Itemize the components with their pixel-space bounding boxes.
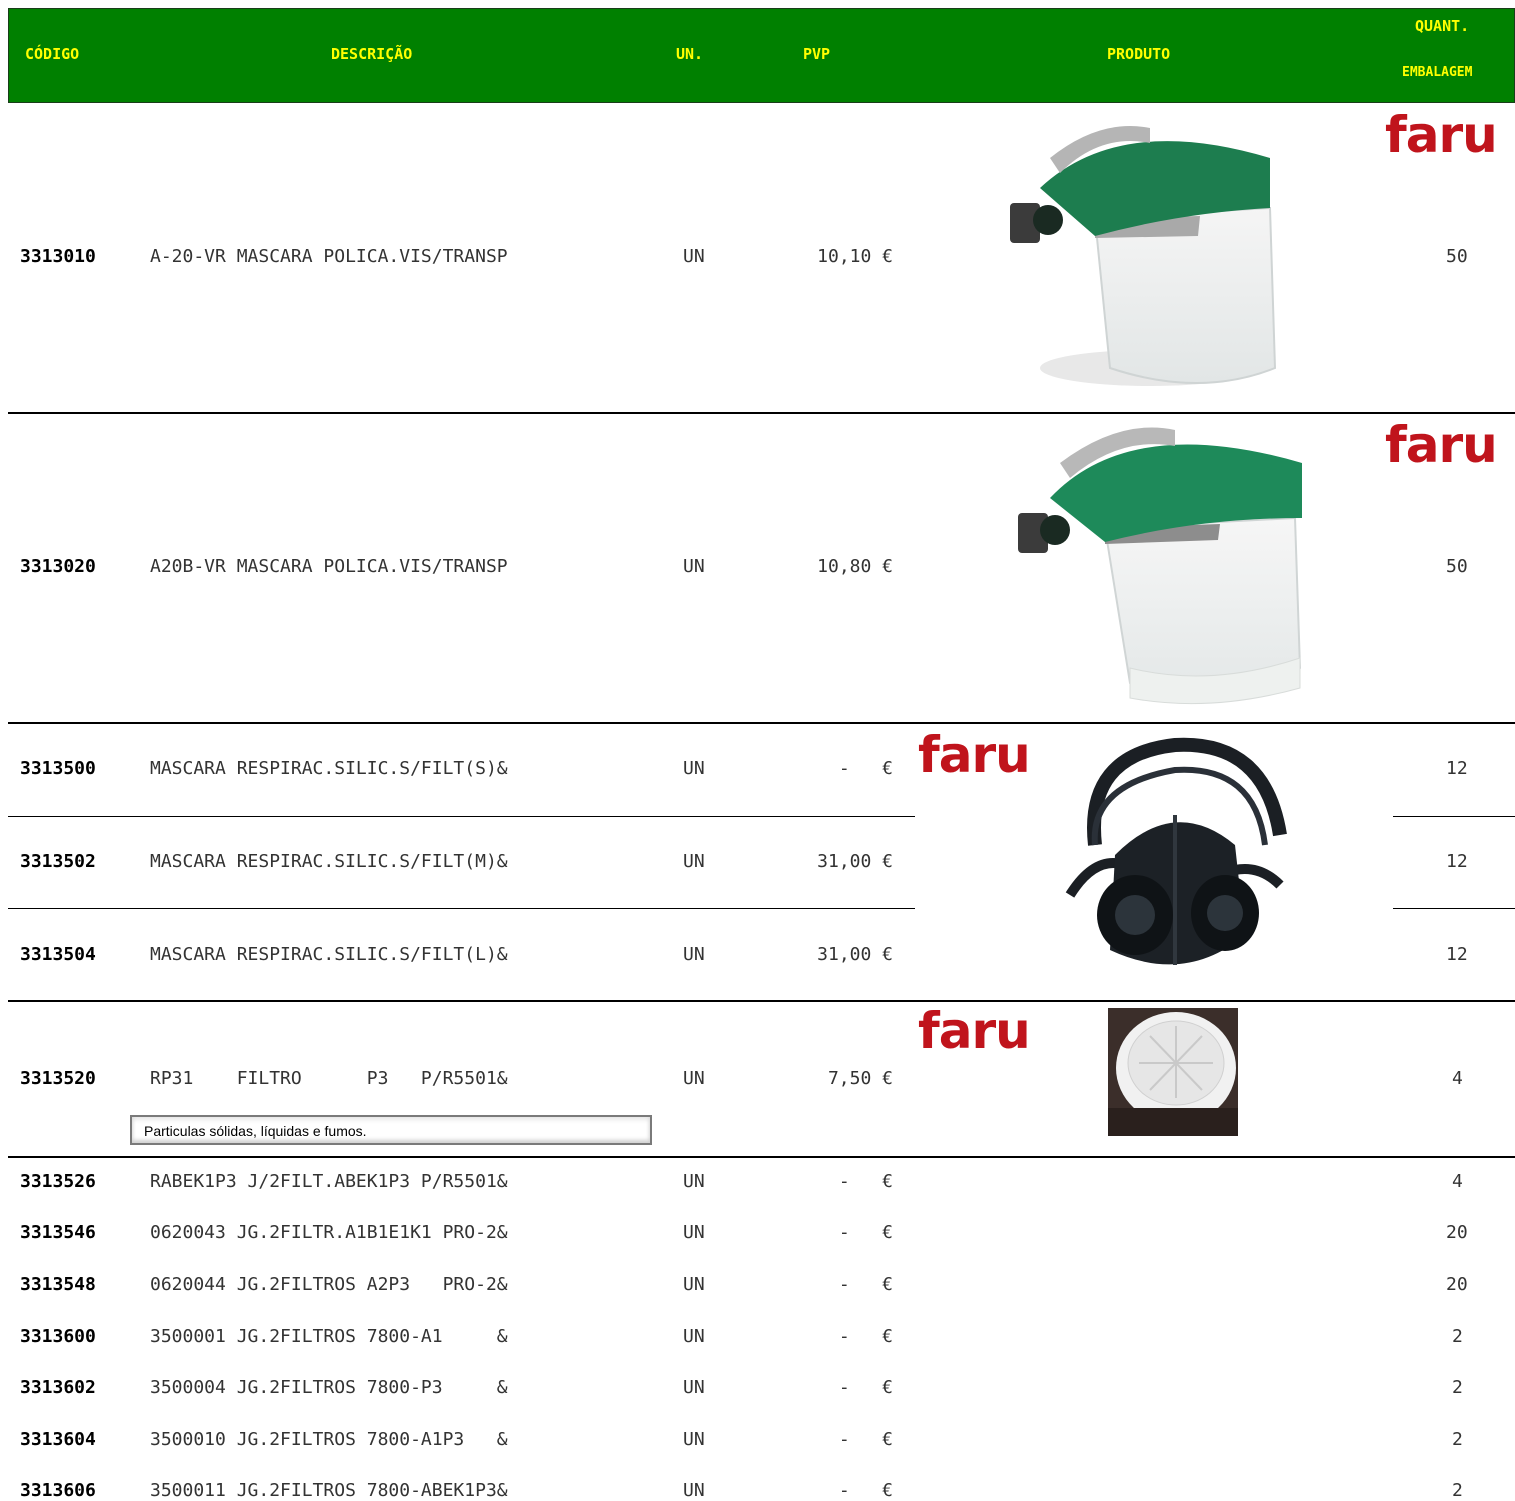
- row-description: A20B-VR MASCARA POLICA.VIS/TRANSP: [150, 556, 508, 577]
- row-quantity: 2: [1452, 1480, 1463, 1501]
- row-price: 10,80 €: [817, 556, 893, 577]
- header-quant: QUANT.: [1415, 17, 1470, 35]
- row-divider: [8, 908, 915, 909]
- row-code: 3313604: [20, 1429, 96, 1450]
- row-unit: UN: [683, 1377, 705, 1398]
- row-price: 10,10 €: [817, 246, 893, 267]
- row-divider: [8, 1156, 1515, 1158]
- header-pvp: PVP: [803, 45, 831, 63]
- row-quantity: 12: [1446, 758, 1468, 779]
- row-quantity: 50: [1446, 556, 1468, 577]
- header-un: UN.: [676, 45, 704, 63]
- row-price: - €: [838, 758, 893, 779]
- row-description: MASCARA RESPIRAC.SILIC.S/FILT(L)&: [150, 944, 508, 965]
- header-embalagem: EMBALAGEM: [1402, 65, 1473, 80]
- row-divider: [8, 722, 1515, 724]
- row-unit: UN: [683, 1480, 705, 1501]
- row-unit: UN: [683, 944, 705, 965]
- row-description: MASCARA RESPIRAC.SILIC.S/FILT(S)&: [150, 758, 508, 779]
- row-code: 3313606: [20, 1480, 96, 1501]
- header-produto: PRODUTO: [1107, 45, 1171, 63]
- row-divider: [8, 412, 1515, 414]
- row-code: 3313600: [20, 1326, 96, 1347]
- row-quantity: 4: [1452, 1068, 1463, 1089]
- row-unit: UN: [683, 758, 705, 779]
- row-divider: [1393, 816, 1515, 817]
- row-description: 3500001 JG.2FILTROS 7800-A1 &: [150, 1326, 508, 1347]
- row-unit: UN: [683, 1274, 705, 1295]
- face-shield-image: [1018, 427, 1302, 705]
- row-quantity: 4: [1452, 1171, 1463, 1192]
- row-code: 3313526: [20, 1171, 96, 1192]
- header-codigo: CÓDIGO: [25, 45, 80, 63]
- product-note: Particulas sólidas, líquidas e fumos.: [130, 1115, 652, 1145]
- row-unit: UN: [683, 1222, 705, 1243]
- row-quantity: 12: [1446, 944, 1468, 965]
- row-unit: UN: [683, 1326, 705, 1347]
- faru-logo: faru: [918, 1002, 1031, 1060]
- row-code: 3313546: [20, 1222, 96, 1243]
- faru-logo: faru: [1385, 106, 1498, 164]
- filter-cartridge-image: [1108, 1008, 1238, 1136]
- row-quantity: 20: [1446, 1274, 1468, 1295]
- header-descricao: DESCRIÇÃO: [331, 45, 413, 63]
- row-price: - €: [838, 1171, 893, 1192]
- row-description: 3500011 JG.2FILTROS 7800-ABEK1P3&: [150, 1480, 508, 1501]
- faru-logo: faru: [1385, 416, 1498, 474]
- row-quantity: 2: [1452, 1429, 1463, 1450]
- row-description: 3500010 JG.2FILTROS 7800-A1P3 &: [150, 1429, 508, 1450]
- row-price: 7,50 €: [827, 1068, 893, 1089]
- row-price: - €: [838, 1326, 893, 1347]
- row-unit: UN: [683, 246, 705, 267]
- row-quantity: 12: [1446, 851, 1468, 872]
- row-code: 3313500: [20, 758, 96, 779]
- row-code: 3313602: [20, 1377, 96, 1398]
- row-unit: UN: [683, 556, 705, 577]
- row-price: - €: [838, 1480, 893, 1501]
- face-shield-image: [1010, 126, 1277, 386]
- row-description: RP31 FILTRO P3 P/R5501&: [150, 1068, 508, 1089]
- row-code: 3313520: [20, 1068, 96, 1089]
- row-description: 0620043 JG.2FILTR.A1B1E1K1 PRO-2&: [150, 1222, 508, 1243]
- row-price: - €: [838, 1377, 893, 1398]
- row-divider: [8, 1000, 1515, 1002]
- row-code: 3313502: [20, 851, 96, 872]
- row-unit: UN: [683, 1068, 705, 1089]
- row-price: - €: [838, 1274, 893, 1295]
- faru-logo: faru: [918, 726, 1031, 784]
- row-divider: [8, 816, 915, 817]
- row-code: 3313548: [20, 1274, 96, 1295]
- row-price: - €: [838, 1429, 893, 1450]
- row-unit: UN: [683, 1429, 705, 1450]
- table-header: CÓDIGO DESCRIÇÃO UN. PVP PRODUTO QUANT. …: [8, 8, 1515, 103]
- row-description: RABEK1P3 J/2FILT.ABEK1P3 P/R5501&: [150, 1171, 508, 1192]
- row-divider: [1393, 908, 1515, 909]
- row-quantity: 2: [1452, 1377, 1463, 1398]
- row-unit: UN: [683, 851, 705, 872]
- row-description: MASCARA RESPIRAC.SILIC.S/FILT(M)&: [150, 851, 508, 872]
- row-code: 3313020: [20, 556, 96, 577]
- row-quantity: 2: [1452, 1326, 1463, 1347]
- row-code: 3313504: [20, 944, 96, 965]
- row-price: 31,00 €: [817, 851, 893, 872]
- row-quantity: 20: [1446, 1222, 1468, 1243]
- row-description: 3500004 JG.2FILTROS 7800-P3 &: [150, 1377, 508, 1398]
- row-description: A-20-VR MASCARA POLICA.VIS/TRANSP: [150, 246, 508, 267]
- row-code: 3313010: [20, 246, 96, 267]
- row-unit: UN: [683, 1171, 705, 1192]
- respirator-mask-image: [1065, 737, 1287, 965]
- row-price: 31,00 €: [817, 944, 893, 965]
- row-price: - €: [838, 1222, 893, 1243]
- row-quantity: 50: [1446, 246, 1468, 267]
- row-description: 0620044 JG.2FILTROS A2P3 PRO-2&: [150, 1274, 508, 1295]
